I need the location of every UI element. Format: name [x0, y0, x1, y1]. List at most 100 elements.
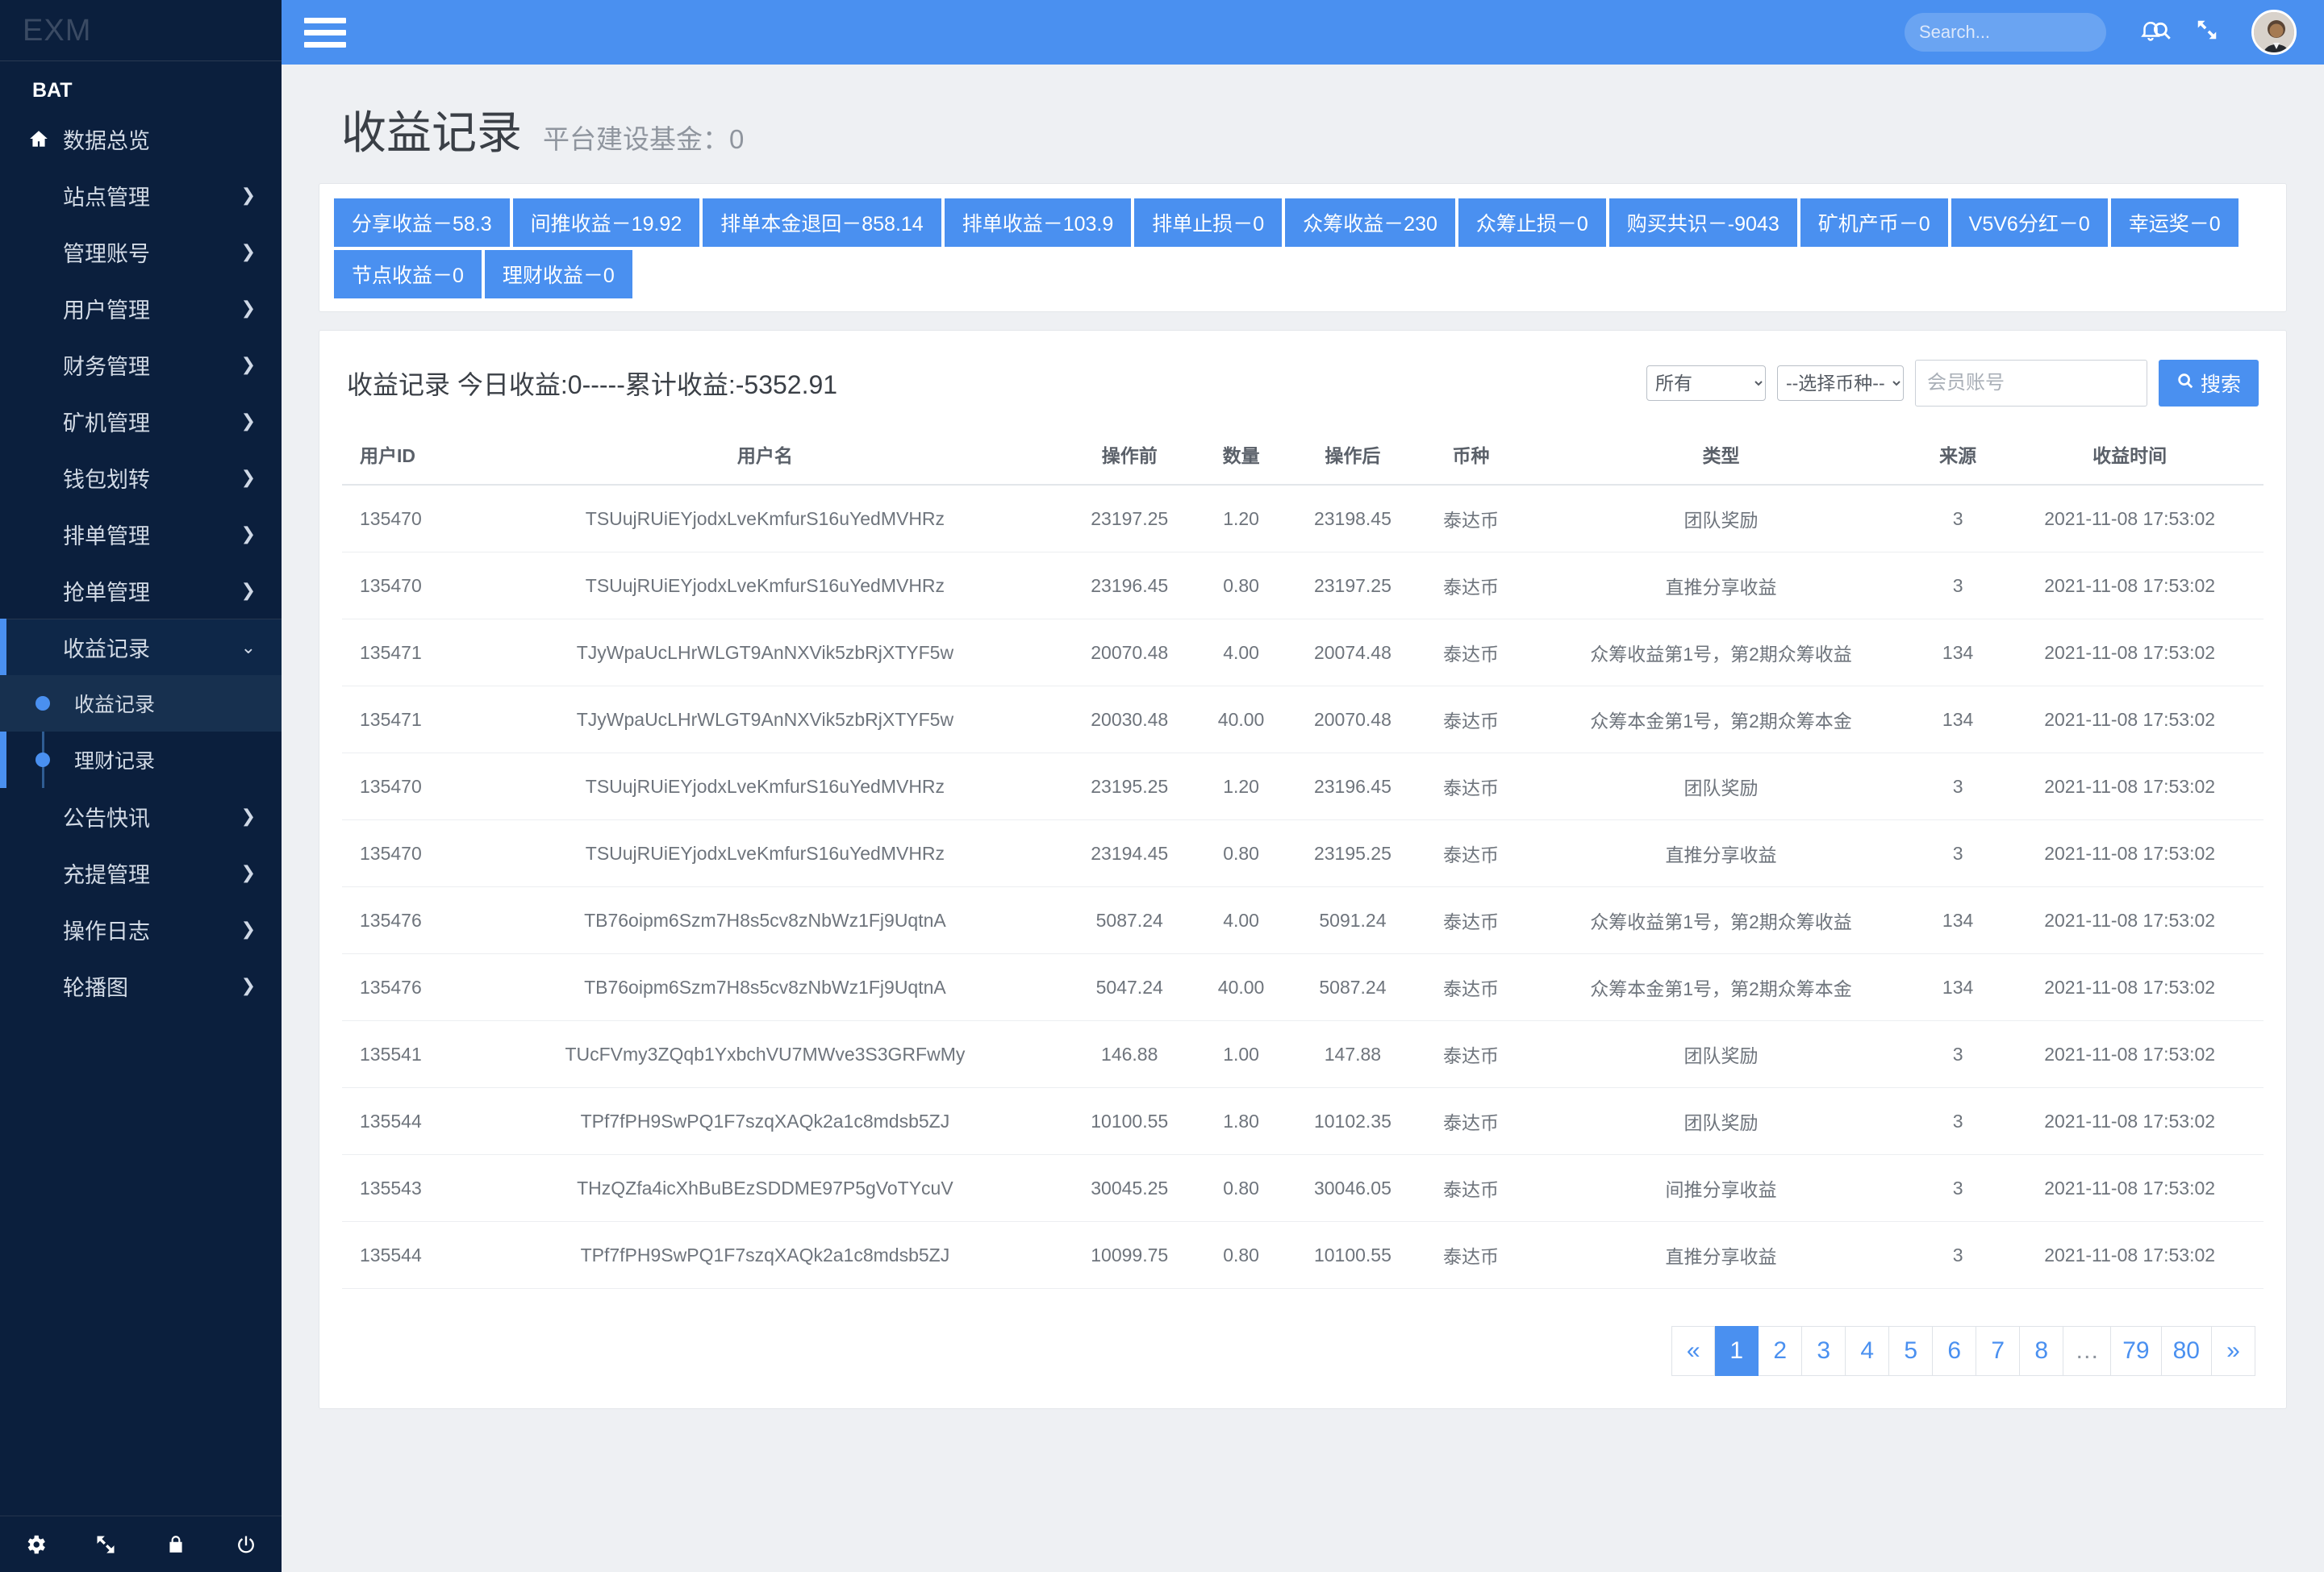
table-row[interactable]: 135544 TPf7fPH9SwPQ1F7szqXAQk2a1c8mdsb5ZJ…	[342, 1221, 2264, 1289]
pagination-page[interactable]: 7	[1976, 1326, 2021, 1376]
column-header: 类型	[1522, 427, 1920, 486]
filter-controls: 所有 --选择币种-- 搜索	[1646, 360, 2259, 407]
pagination-prev[interactable]: «	[1671, 1326, 1716, 1376]
pagination-page[interactable]: 8	[2020, 1326, 2064, 1376]
pagination-page[interactable]: 80	[2161, 1326, 2212, 1376]
table-cell: 135470	[342, 552, 468, 619]
sidebar-item-deposit-withdraw[interactable]: 充提管理 ❯	[0, 844, 282, 901]
sidebar-item-carousel[interactable]: 轮播图 ❯	[0, 957, 282, 1014]
table-cell: TJyWpaUcLHrWLGT9AnNXVik5zbRjXTYF5w	[467, 686, 1063, 753]
page-subtitle: 平台建设基金：0	[543, 124, 745, 154]
pagination-page[interactable]: 1	[1715, 1326, 1759, 1376]
table-cell: 2021-11-08 17:53:02	[1996, 686, 2264, 753]
pagination-page[interactable]: 2	[1759, 1326, 1803, 1376]
table-header-row: 用户ID 用户名 操作前 数量 操作后 币种 类型 来源 收益时间	[342, 427, 2264, 486]
hamburger-icon[interactable]	[304, 17, 346, 48]
table-cell: 2021-11-08 17:53:02	[1996, 953, 2264, 1021]
summary-badge[interactable]: 排单止损－0	[1134, 198, 1283, 247]
summary-badge-list: 分享收益－58.3 间推收益－19.92 排单本金退回－858.14 排单收益－103…	[334, 198, 2272, 298]
pagination-page[interactable]: 3	[1802, 1326, 1846, 1376]
summary-badge[interactable]: 理财收益－0	[484, 250, 632, 298]
sidebar-item-label: 数据总览	[63, 128, 150, 153]
sidebar-item-operation-log[interactable]: 操作日志 ❯	[0, 901, 282, 957]
expand-icon[interactable]	[70, 1516, 140, 1572]
pagination-page[interactable]: 4	[1846, 1326, 1890, 1376]
global-search[interactable]	[1905, 13, 2171, 52]
table-cell: TPf7fPH9SwPQ1F7szqXAQk2a1c8mdsb5ZJ	[467, 1221, 1063, 1289]
table-row[interactable]: 135470 TSUujRUiEYjodxLveKmfurS16uYedMVHRz…	[342, 552, 2264, 619]
table-row[interactable]: 135476 TB76oipm6Szm7H8s5cv8zNbWz1Fj9UqtnA…	[342, 886, 2264, 954]
summary-badge[interactable]: 众筹止损－0	[1458, 198, 1606, 247]
gear-icon[interactable]	[0, 1516, 70, 1572]
table-row[interactable]: 135541 TUcFVmy3ZQqb1YxbchVU7MWve3S3GRFwMy…	[342, 1020, 2264, 1088]
summary-badge[interactable]: 排单收益－103.9	[944, 198, 1132, 247]
search-icon	[2176, 372, 2194, 395]
pagination-page[interactable]: 79	[2111, 1326, 2162, 1376]
chevron-right-icon: ❯	[240, 862, 256, 882]
table-head: 用户ID 用户名 操作前 数量 操作后 币种 类型 来源 收益时间	[342, 427, 2264, 486]
power-icon[interactable]	[211, 1516, 282, 1572]
table-cell: 146.88	[1062, 1020, 1197, 1088]
chevron-right-icon: ❯	[240, 354, 256, 374]
topbar	[282, 0, 2324, 65]
sidebar-item-user[interactable]: 用户管理 ❯	[0, 280, 282, 336]
summary-badge[interactable]: V5V6分红－0	[1951, 198, 2108, 247]
lock-icon[interactable]	[141, 1516, 211, 1572]
table-row[interactable]: 135470 TSUujRUiEYjodxLveKmfurS16uYedMVHRz…	[342, 819, 2264, 887]
avatar[interactable]	[2251, 10, 2297, 55]
sidebar-item-income-records[interactable]: 收益记录 ⌄	[0, 619, 282, 676]
table-cell: 2021-11-08 17:53:02	[1996, 819, 2264, 887]
table-cell: 0.80	[1196, 1221, 1287, 1289]
account-input[interactable]	[1914, 360, 2147, 407]
sidebar-item-admin-account[interactable]: 管理账号 ❯	[0, 223, 282, 280]
table-row[interactable]: 135470 TSUujRUiEYjodxLveKmfurS16uYedMVHRz…	[342, 753, 2264, 820]
table-cell: 1.20	[1196, 753, 1287, 820]
summary-badge[interactable]: 矿机产币－0	[1800, 198, 1948, 247]
sidebar-item-label: 公告快讯	[63, 806, 150, 831]
page-title: 收益记录	[341, 107, 522, 158]
search-input[interactable]	[1919, 22, 2151, 43]
type-select[interactable]: 所有	[1646, 365, 1766, 401]
sidebar-subitem-income-record[interactable]: 收益记录	[0, 675, 282, 732]
table-row[interactable]: 135471 TJyWpaUcLHrWLGT9AnNXVik5zbRjXTYF5w…	[342, 619, 2264, 686]
sidebar-item-order-grab[interactable]: 抢单管理 ❯	[0, 562, 282, 619]
table-cell: 4.00	[1196, 886, 1287, 954]
pagination-page[interactable]: 5	[1889, 1326, 1934, 1376]
column-header: 操作前	[1062, 427, 1197, 486]
sidebar-item-wallet-transfer[interactable]: 钱包划转 ❯	[0, 449, 282, 506]
table-cell: 3	[1919, 485, 1996, 552]
sidebar-item-site[interactable]: 站点管理 ❯	[0, 167, 282, 223]
table-row[interactable]: 135544 TPf7fPH9SwPQ1F7szqXAQk2a1c8mdsb5ZJ…	[342, 1087, 2264, 1155]
bell-icon[interactable]	[2138, 17, 2163, 48]
summary-badge[interactable]: 排单本金退回－858.14	[703, 198, 941, 247]
table-row[interactable]: 135470 TSUujRUiEYjodxLveKmfurS16uYedMVHRz…	[342, 485, 2264, 552]
sidebar-item-order-queue[interactable]: 排单管理 ❯	[0, 506, 282, 562]
summary-badge[interactable]: 购买共识－-9043	[1608, 198, 1797, 247]
search-button[interactable]: 搜索	[2158, 360, 2259, 407]
table-cell: TPf7fPH9SwPQ1F7szqXAQk2a1c8mdsb5ZJ	[467, 1087, 1063, 1155]
sidebar-item-overview[interactable]: 数据总览	[0, 110, 282, 167]
records-card: 收益记录 今日收益:0-----累计收益:-5352.91 所有 --选择币种-…	[319, 330, 2287, 1409]
pagination-next[interactable]: »	[2212, 1326, 2255, 1376]
sidebar-item-label: 排单管理	[63, 523, 150, 548]
table-cell: 1.00	[1196, 1020, 1287, 1088]
summary-badge[interactable]: 分享收益－58.3	[334, 198, 510, 247]
fullscreen-icon[interactable]	[2195, 18, 2219, 47]
pagination-page[interactable]: 6	[1933, 1326, 1977, 1376]
table-row[interactable]: 135543 THzQZfa4icXhBuBEzSDDME97P5gVoTYcuV…	[342, 1154, 2264, 1222]
sidebar-item-announcements[interactable]: 公告快讯 ❯	[0, 788, 282, 844]
summary-badge[interactable]: 节点收益－0	[334, 250, 482, 298]
sidebar-item-finance[interactable]: 财务管理 ❯	[0, 336, 282, 393]
summary-badge[interactable]: 间推收益－19.92	[512, 198, 700, 247]
table-cell: 众筹收益第1号，第2期众筹收益	[1522, 619, 1920, 686]
sidebar-item-miner[interactable]: 矿机管理 ❯	[0, 393, 282, 449]
coin-select[interactable]: --选择币种--	[1776, 365, 1904, 401]
sidebar-subitem-finance-record[interactable]: 理财记录	[0, 732, 282, 788]
table-row[interactable]: 135476 TB76oipm6Szm7H8s5cv8zNbWz1Fj9UqtnA…	[342, 953, 2264, 1021]
table-row[interactable]: 135471 TJyWpaUcLHrWLGT9AnNXVik5zbRjXTYF5w…	[342, 686, 2264, 753]
table-cell: 3	[1919, 1154, 1996, 1222]
summary-badge[interactable]: 幸运奖－0	[2110, 198, 2238, 247]
table-cell: 20074.48	[1286, 619, 1420, 686]
summary-badge[interactable]: 众筹收益－230	[1285, 198, 1455, 247]
table-cell: 134	[1919, 619, 1996, 686]
